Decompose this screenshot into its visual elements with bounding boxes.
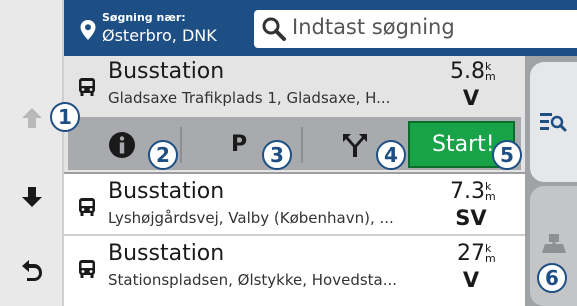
route-options-icon [343, 133, 367, 157]
result-item-3[interactable]: Busstation Stationspladsen, Ølstykke, Ho… [64, 238, 525, 295]
location-pin-icon [80, 20, 96, 40]
result-item-2[interactable]: Busstation Lyshøjgårdsvej, Valby (Københ… [64, 176, 525, 233]
search-results-screen: Søgning nær: Østerbro, DNK Indtast søgni… [0, 0, 577, 306]
callout-5: 5 [492, 140, 522, 170]
list-view-tab[interactable] [530, 62, 577, 182]
distance-value: 27 [457, 241, 485, 266]
search-near-label: Søgning nær: [102, 11, 186, 24]
result-direction: V [462, 268, 480, 292]
distance-unit-bottom: m [485, 190, 496, 203]
result-name: Busstation [108, 59, 225, 84]
left-nav-column [0, 0, 64, 306]
search-placeholder: Indtast søgning [292, 15, 455, 39]
distance-value: 5.8 [450, 59, 485, 84]
search-near-value: Østerbro, DNK [102, 26, 217, 45]
callout-4: 4 [376, 140, 406, 170]
callout-6: 6 [537, 263, 567, 293]
result-item-1[interactable]: Busstation Gladsaxe Trafikplads 1, Glads… [64, 56, 525, 113]
distance-value: 7.3 [450, 179, 485, 204]
row-divider [64, 234, 525, 236]
arrow-down-icon [22, 187, 42, 207]
map-icon [542, 234, 566, 253]
callout-2: 2 [148, 140, 178, 170]
back-icon [22, 260, 42, 281]
list-search-icon [540, 113, 567, 132]
result-direction: SV [455, 206, 487, 230]
scroll-up-button[interactable] [12, 98, 52, 138]
action-divider [301, 127, 303, 163]
result-address: Lyshøjgårdsvej, Valby (København), ... [108, 209, 394, 227]
bus-icon [79, 260, 95, 278]
result-distance: 5.8k m [450, 59, 497, 84]
result-address: Gladsaxe Trafikplads 1, Gladsaxe, H... [108, 89, 391, 107]
top-bar: Søgning nær: Østerbro, DNK Indtast søgni… [64, 0, 577, 56]
callout-1: 1 [50, 102, 80, 132]
distance-unit-bottom: m [485, 252, 496, 265]
back-button[interactable] [12, 250, 52, 290]
result-address: Stationspladsen, Ølstykke, Hovedsta... [108, 271, 398, 289]
result-name: Busstation [108, 179, 225, 204]
search-input[interactable]: Indtast søgning [254, 10, 577, 48]
bus-icon [79, 198, 95, 216]
results-list: Busstation Gladsaxe Trafikplads 1, Glads… [64, 56, 525, 306]
search-near-button[interactable]: Søgning nær: Østerbro, DNK [74, 8, 244, 50]
distance-unit: km [485, 181, 497, 203]
result-direction: V [462, 86, 480, 110]
distance-unit: km [485, 61, 497, 83]
info-icon [109, 131, 135, 158]
distance-unit-bottom: m [485, 70, 496, 83]
bus-icon [79, 78, 95, 96]
result-name: Busstation [108, 241, 225, 266]
distance-unit: km [485, 243, 497, 265]
arrow-up-icon [22, 108, 42, 128]
scroll-down-button[interactable] [12, 177, 52, 217]
parking-label: P [230, 132, 248, 157]
callout-3: 3 [262, 140, 292, 170]
result-distance: 27k m [457, 241, 497, 266]
result-distance: 7.3k m [450, 179, 497, 204]
result-actions-bar: P Start! [64, 117, 525, 174]
search-icon [262, 17, 286, 41]
